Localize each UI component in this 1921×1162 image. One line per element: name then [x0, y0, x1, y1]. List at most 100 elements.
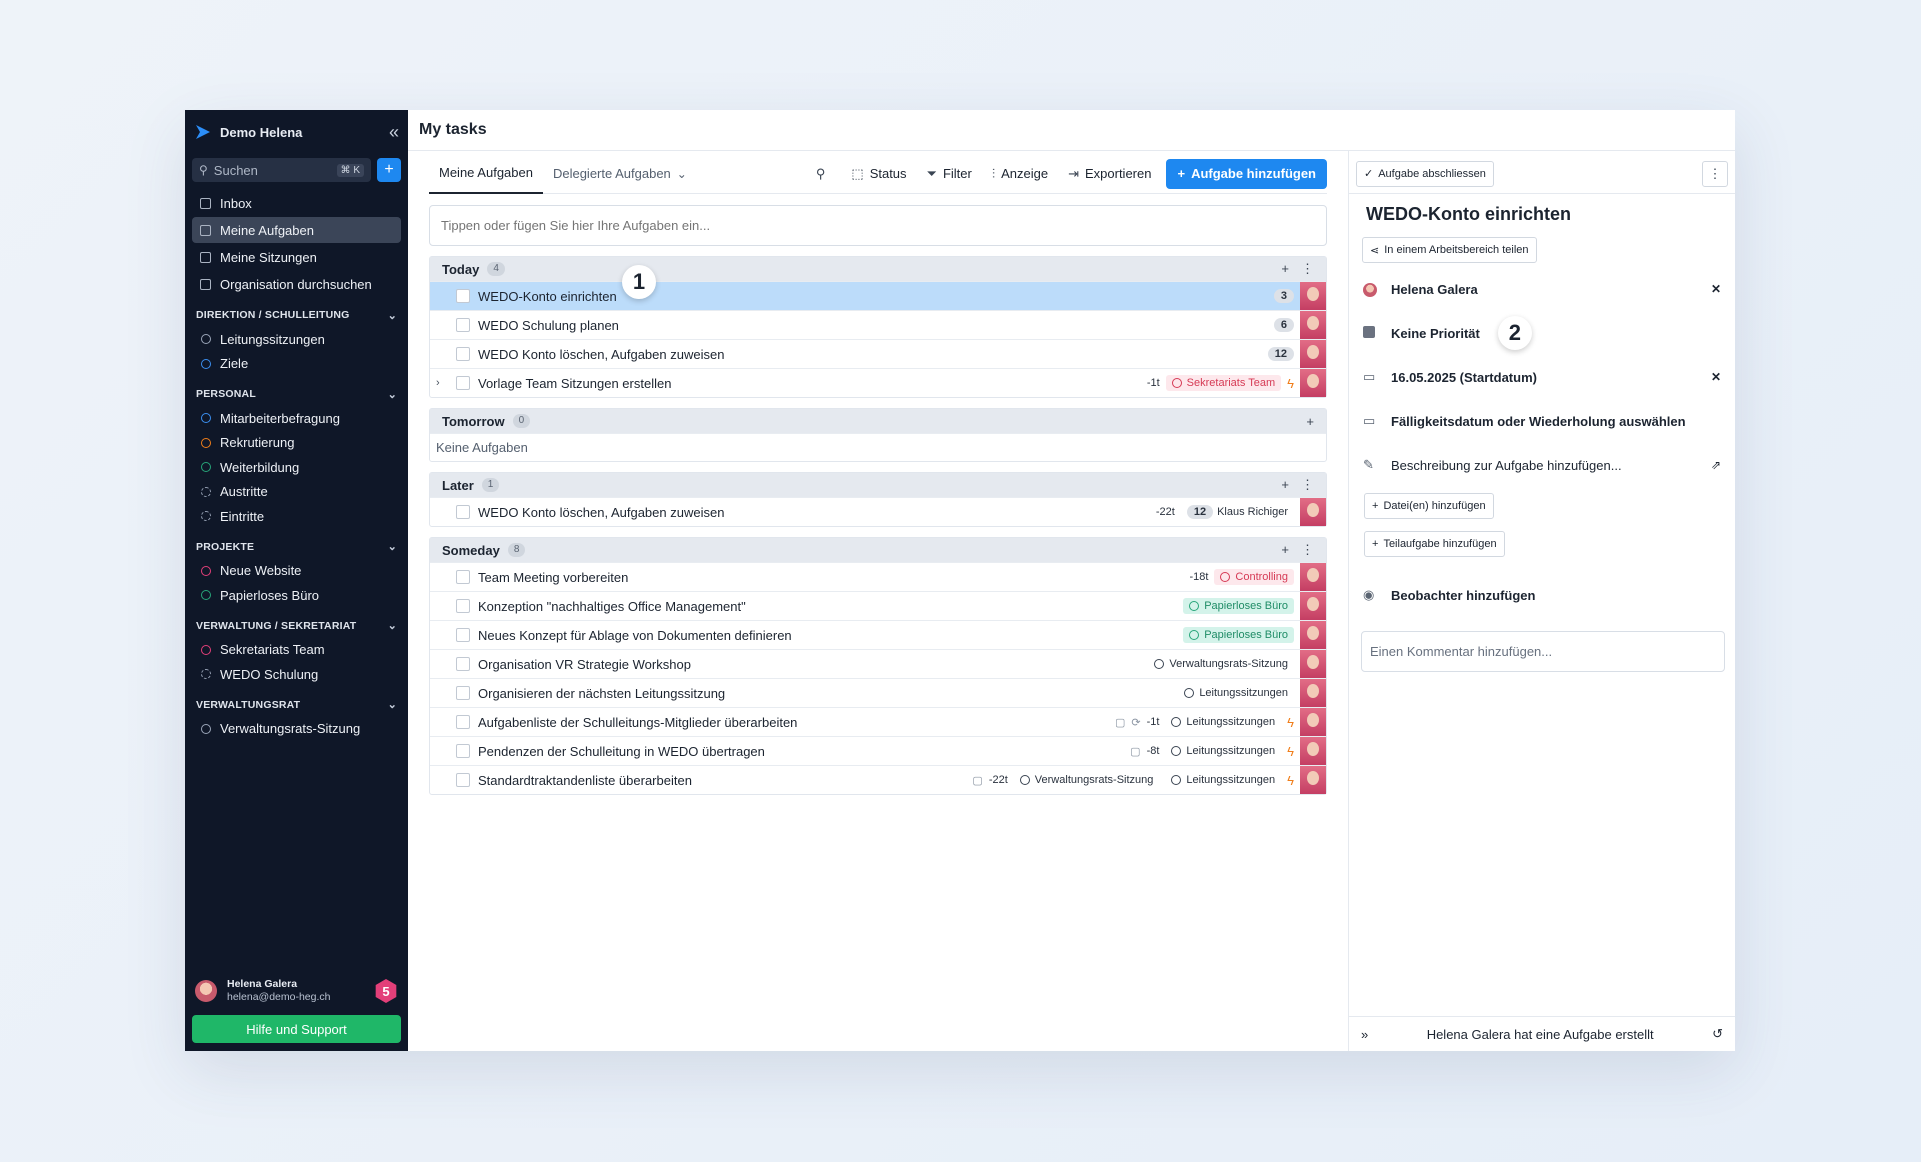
- task-row[interactable]: Neues Konzept für Ablage von Dokumenten …: [430, 620, 1326, 649]
- quick-add-input[interactable]: [429, 205, 1327, 246]
- task-checkbox[interactable]: [456, 628, 470, 642]
- add-to-section-icon[interactable]: +: [1281, 542, 1289, 558]
- workspace-tag[interactable]: Verwaltungsrats-Sitzung: [1013, 772, 1160, 788]
- assignee-avatar[interactable]: [1300, 563, 1326, 591]
- chevron-down-icon[interactable]: ⌄: [388, 388, 397, 401]
- workspace-tag[interactable]: Leitungssitzungen: [1178, 685, 1294, 701]
- start-date-row[interactable]: ▭ 16.05.2025 (Startdatum) ✕: [1349, 355, 1735, 399]
- task-checkbox[interactable]: [456, 686, 470, 700]
- assignee-avatar[interactable]: [1300, 650, 1326, 678]
- assignee-row[interactable]: Helena Galera ✕: [1349, 267, 1735, 311]
- task-row[interactable]: Standardtraktandenliste überarbeiten ▢ -22…: [430, 765, 1326, 794]
- task-checkbox[interactable]: [456, 744, 470, 758]
- filter-button[interactable]: ⏷ Filter: [918, 160, 981, 188]
- sidebar-search-input[interactable]: ⚲ Suchen ⌘ K: [192, 158, 371, 182]
- status-button[interactable]: ⬚ Status: [842, 160, 915, 188]
- assignee-avatar[interactable]: [1300, 737, 1326, 765]
- comment-input[interactable]: Einen Kommentar hinzufügen...: [1361, 631, 1725, 672]
- add-to-section-icon[interactable]: +: [1281, 261, 1289, 277]
- chevron-down-icon[interactable]: ⌄: [388, 309, 397, 322]
- task-checkbox[interactable]: [456, 599, 470, 613]
- assignee-avatar[interactable]: [1300, 282, 1326, 310]
- task-row[interactable]: Konzeption "nachhaltiges Office Manageme…: [430, 591, 1326, 620]
- workspace-tag[interactable]: Controlling: [1214, 569, 1294, 585]
- add-subtask-button[interactable]: + Teilaufgabe hinzufügen: [1364, 531, 1505, 557]
- export-button[interactable]: ⇥ Exportieren: [1059, 160, 1160, 188]
- workspace-tag[interactable]: Leitungssitzungen: [1165, 714, 1282, 730]
- task-checkbox[interactable]: [456, 773, 470, 787]
- sidebar-group-header[interactable]: DIREKTION / SCHULLEITUNG ⌄: [192, 303, 401, 327]
- task-row[interactable]: › Vorlage Team Sitzungen erstellen -1t Sekr…: [430, 368, 1326, 397]
- sidebar-workspace-item[interactable]: Eintritte: [192, 504, 401, 529]
- task-row[interactable]: Pendenzen der Schulleitung in WEDO übert…: [430, 736, 1326, 765]
- sidebar-item-2[interactable]: Meine Sitzungen: [192, 244, 401, 270]
- description-row[interactable]: ✎ Beschreibung zur Aufgabe hinzufügen...…: [1349, 443, 1735, 487]
- sidebar-workspace-item[interactable]: Papierloses Büro: [192, 583, 401, 608]
- sidebar-group-header[interactable]: VERWALTUNG / SEKRETARIAT ⌄: [192, 614, 401, 638]
- sidebar-workspace-item[interactable]: Weiterbildung: [192, 455, 401, 480]
- chevron-down-icon[interactable]: ⌄: [388, 619, 397, 632]
- task-row[interactable]: Aufgabenliste der Schulleitungs-Mitglied…: [430, 707, 1326, 736]
- section-header[interactable]: Someday 8 + ⋮: [430, 538, 1326, 562]
- assignee-avatar[interactable]: [1300, 621, 1326, 649]
- sidebar-group-header[interactable]: VERWALTUNGSRAT ⌄: [192, 693, 401, 717]
- sidebar-group-header[interactable]: PROJEKTE ⌄: [192, 535, 401, 559]
- task-checkbox[interactable]: [456, 505, 470, 519]
- section-header[interactable]: Tomorrow 0 +: [430, 409, 1326, 433]
- tab-my-tasks[interactable]: Meine Aufgaben: [429, 154, 543, 194]
- sidebar-workspace-item[interactable]: Ziele: [192, 352, 401, 377]
- task-checkbox[interactable]: [456, 715, 470, 729]
- chevron-down-icon[interactable]: ⌄: [388, 698, 397, 711]
- assignee-avatar[interactable]: [1300, 766, 1326, 794]
- due-date-row[interactable]: ▭ Fälligkeitsdatum oder Wiederholung aus…: [1349, 399, 1735, 443]
- task-row[interactable]: Organisieren der nächsten Leitungssitzun…: [430, 678, 1326, 707]
- sidebar-workspace-item[interactable]: Verwaltungsrats-Sitzung: [192, 717, 401, 742]
- task-checkbox[interactable]: [456, 318, 470, 332]
- watchers-row[interactable]: ◉ Beobachter hinzufügen: [1349, 573, 1735, 617]
- section-menu-icon[interactable]: ⋮: [1301, 542, 1314, 558]
- sidebar-group-header[interactable]: PERSONAL ⌄: [192, 382, 401, 406]
- assignee-avatar[interactable]: [1300, 679, 1326, 707]
- section-header[interactable]: Today 4 + ⋮: [430, 257, 1326, 281]
- chevron-right-icon[interactable]: ›: [436, 377, 446, 389]
- assignee-avatar[interactable]: [1300, 708, 1326, 736]
- assignee-avatar[interactable]: [1300, 592, 1326, 620]
- assignee-avatar[interactable]: [1300, 340, 1326, 368]
- task-checkbox[interactable]: [456, 570, 470, 584]
- task-row[interactable]: WEDO-Konto einrichten 3: [430, 281, 1326, 310]
- notification-badge[interactable]: 5: [375, 979, 397, 1003]
- task-checkbox[interactable]: [456, 657, 470, 671]
- task-checkbox[interactable]: [456, 289, 470, 303]
- sidebar-workspace-item[interactable]: Sekretariats Team: [192, 638, 401, 663]
- sidebar-item-3[interactable]: Organisation durchsuchen: [192, 271, 401, 297]
- add-files-button[interactable]: + Datei(en) hinzufügen: [1364, 493, 1494, 519]
- add-to-section-icon[interactable]: +: [1306, 414, 1314, 429]
- more-options-icon[interactable]: ⋮: [1702, 160, 1728, 187]
- sidebar-workspace-item[interactable]: Austritte: [192, 480, 401, 505]
- remove-date-icon[interactable]: ✕: [1711, 370, 1721, 384]
- detail-title[interactable]: WEDO-Konto einrichten: [1349, 194, 1735, 232]
- add-to-section-icon[interactable]: +: [1281, 477, 1289, 493]
- chevron-down-icon[interactable]: ⌄: [677, 167, 687, 181]
- display-button[interactable]: ⫶ Anzeige: [983, 160, 1057, 188]
- task-checkbox[interactable]: [456, 347, 470, 361]
- section-header[interactable]: Later 1 + ⋮: [430, 473, 1326, 497]
- task-row[interactable]: Team Meeting vorbereiten -18t Controlling: [430, 562, 1326, 591]
- sidebar-workspace-item[interactable]: WEDO Schulung: [192, 662, 401, 687]
- task-row[interactable]: Organisation VR Strategie Workshop Verwal…: [430, 649, 1326, 678]
- workspace-tag[interactable]: Papierloses Büro: [1183, 627, 1294, 643]
- sidebar-workspace-item[interactable]: Mitarbeiterbefragung: [192, 406, 401, 431]
- collapse-sidebar-icon[interactable]: «: [389, 122, 399, 143]
- workspace-tag[interactable]: Papierloses Büro: [1183, 598, 1294, 614]
- history-icon[interactable]: ↺: [1712, 1026, 1723, 1042]
- task-checkbox[interactable]: [456, 376, 470, 390]
- task-row[interactable]: WEDO Konto löschen, Aufgaben zuweisen -22…: [430, 497, 1326, 526]
- priority-row[interactable]: Keine Priorität 2: [1349, 311, 1735, 355]
- workspace-tag[interactable]: Leitungssitzungen: [1165, 772, 1282, 788]
- sidebar-item-0[interactable]: Inbox: [192, 190, 401, 216]
- section-menu-icon[interactable]: ⋮: [1301, 477, 1314, 493]
- workspace-tag[interactable]: Sekretariats Team: [1165, 375, 1282, 391]
- user-profile[interactable]: Helena Galera helena@demo-heg.ch 5: [192, 971, 401, 1011]
- share-workspace-button[interactable]: ⋖ In einem Arbeitsbereich teilen: [1362, 237, 1537, 263]
- task-row[interactable]: WEDO Schulung planen 6: [430, 310, 1326, 339]
